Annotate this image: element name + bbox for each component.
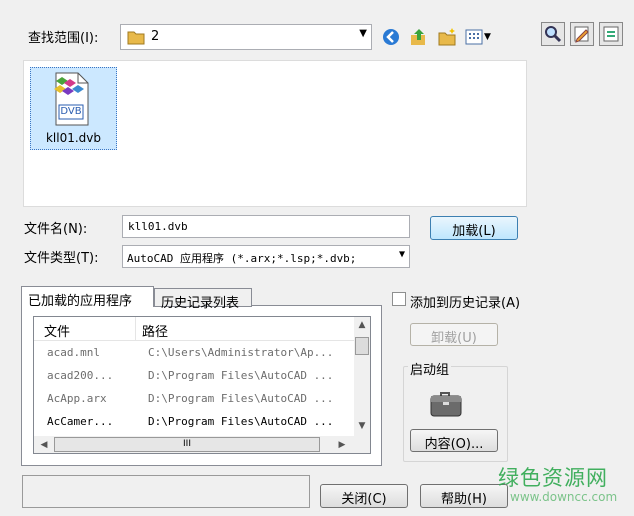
horizontal-scrollbar[interactable]: ◀ III ▶: [34, 436, 354, 453]
row-path: D:\Program Files\AutoCAD ...: [148, 415, 334, 428]
scroll-corner: [354, 436, 370, 453]
views-menu-icon[interactable]: ▼: [464, 26, 498, 48]
list-header: 文件 路径: [34, 317, 354, 341]
dvb-file-icon: DVB: [50, 71, 92, 127]
filename-input[interactable]: kll01.dvb: [122, 215, 410, 238]
filetype-value: AutoCAD 应用程序 (*.arx;*.lsp;*.dvb;: [127, 252, 357, 265]
scroll-down-icon[interactable]: ▼: [354, 418, 370, 434]
tools-icon[interactable]: [599, 22, 623, 46]
chevron-down-icon: ▼: [359, 28, 367, 39]
status-area: [22, 475, 310, 508]
apps-list[interactable]: 文件 路径 acad.mnl C:\Users\Administrator\Ap.…: [33, 316, 371, 454]
row-path: D:\Program Files\AutoCAD ...: [148, 369, 334, 382]
chevron-down-icon: ▼: [484, 32, 491, 42]
startup-group-label: 启动组: [408, 359, 452, 378]
table-row[interactable]: AcCamer... D:\Program Files\AutoCAD ...: [34, 410, 354, 433]
lookin-label: 查找范围(I):: [28, 31, 99, 46]
unload-button[interactable]: 卸载(U): [410, 323, 498, 346]
folder-icon: [127, 29, 145, 49]
row-path: D:\Program Files\AutoCAD ...: [148, 392, 334, 405]
table-row[interactable]: AcApp.arx D:\Program Files\AutoCAD ...: [34, 387, 354, 410]
watermark-url: www.downcc.com: [510, 490, 618, 504]
col-file-header[interactable]: 文件: [44, 321, 70, 340]
watermark-title: 绿色资源网: [498, 466, 608, 490]
contents-button[interactable]: 内容(O)...: [410, 429, 498, 452]
lookin-value: 2: [151, 29, 160, 44]
vertical-scroll-thumb[interactable]: [355, 337, 369, 355]
file-item-name: kll01.dvb: [45, 131, 102, 145]
row-path: C:\Users\Administrator\Ap...: [148, 346, 334, 359]
row-file: acad.mnl: [47, 346, 100, 359]
help-button[interactable]: 帮助(H): [420, 484, 508, 508]
add-history-checkbox[interactable]: [392, 292, 406, 306]
table-row[interactable]: acad.mnl C:\Users\Administrator\Ap...: [34, 341, 354, 364]
scroll-right-icon[interactable]: ▶: [334, 437, 350, 453]
row-file: AcApp.arx: [47, 392, 107, 405]
chevron-down-icon: ▼: [396, 249, 405, 260]
row-file: AcCamer...: [47, 415, 114, 428]
vertical-scrollbar[interactable]: ▲ ▼: [354, 317, 370, 436]
scroll-up-icon[interactable]: ▲: [354, 317, 370, 333]
new-folder-icon[interactable]: [436, 26, 458, 48]
tab-loaded-apps[interactable]: 已加载的应用程序: [21, 286, 154, 309]
tab-history-list[interactable]: 历史记录列表: [154, 288, 252, 311]
col-path-header[interactable]: 路径: [142, 321, 168, 340]
horizontal-scroll-thumb[interactable]: III: [54, 437, 320, 452]
filename-label: 文件名(N):: [24, 222, 88, 237]
close-button[interactable]: 关闭(C): [320, 484, 408, 508]
briefcase-icon: [428, 384, 464, 420]
filetype-label: 文件类型(T):: [24, 251, 99, 266]
load-button[interactable]: 加载(L): [430, 216, 518, 240]
scroll-left-icon[interactable]: ◀: [36, 437, 52, 453]
edit-icon[interactable]: [570, 22, 594, 46]
row-file: acad200...: [47, 369, 114, 382]
lookin-combo[interactable]: 2 ▼: [120, 24, 372, 50]
column-divider: [135, 317, 136, 340]
table-row[interactable]: acad200... D:\Program Files\AutoCAD ...: [34, 364, 354, 387]
file-list[interactable]: DVB kll01.dvb: [23, 60, 527, 207]
add-history-label[interactable]: 添加到历史记录(A): [410, 292, 520, 311]
apps-table: acad.mnl C:\Users\Administrator\Ap... aca…: [34, 341, 354, 433]
back-icon[interactable]: [380, 26, 402, 48]
file-item[interactable]: DVB kll01.dvb: [30, 67, 117, 150]
find-icon[interactable]: [541, 22, 565, 46]
dvb-icon-label: DVB: [60, 106, 82, 117]
filetype-select[interactable]: AutoCAD 应用程序 (*.arx;*.lsp;*.dvb; ▼: [122, 245, 410, 268]
up-folder-icon[interactable]: [408, 26, 430, 48]
